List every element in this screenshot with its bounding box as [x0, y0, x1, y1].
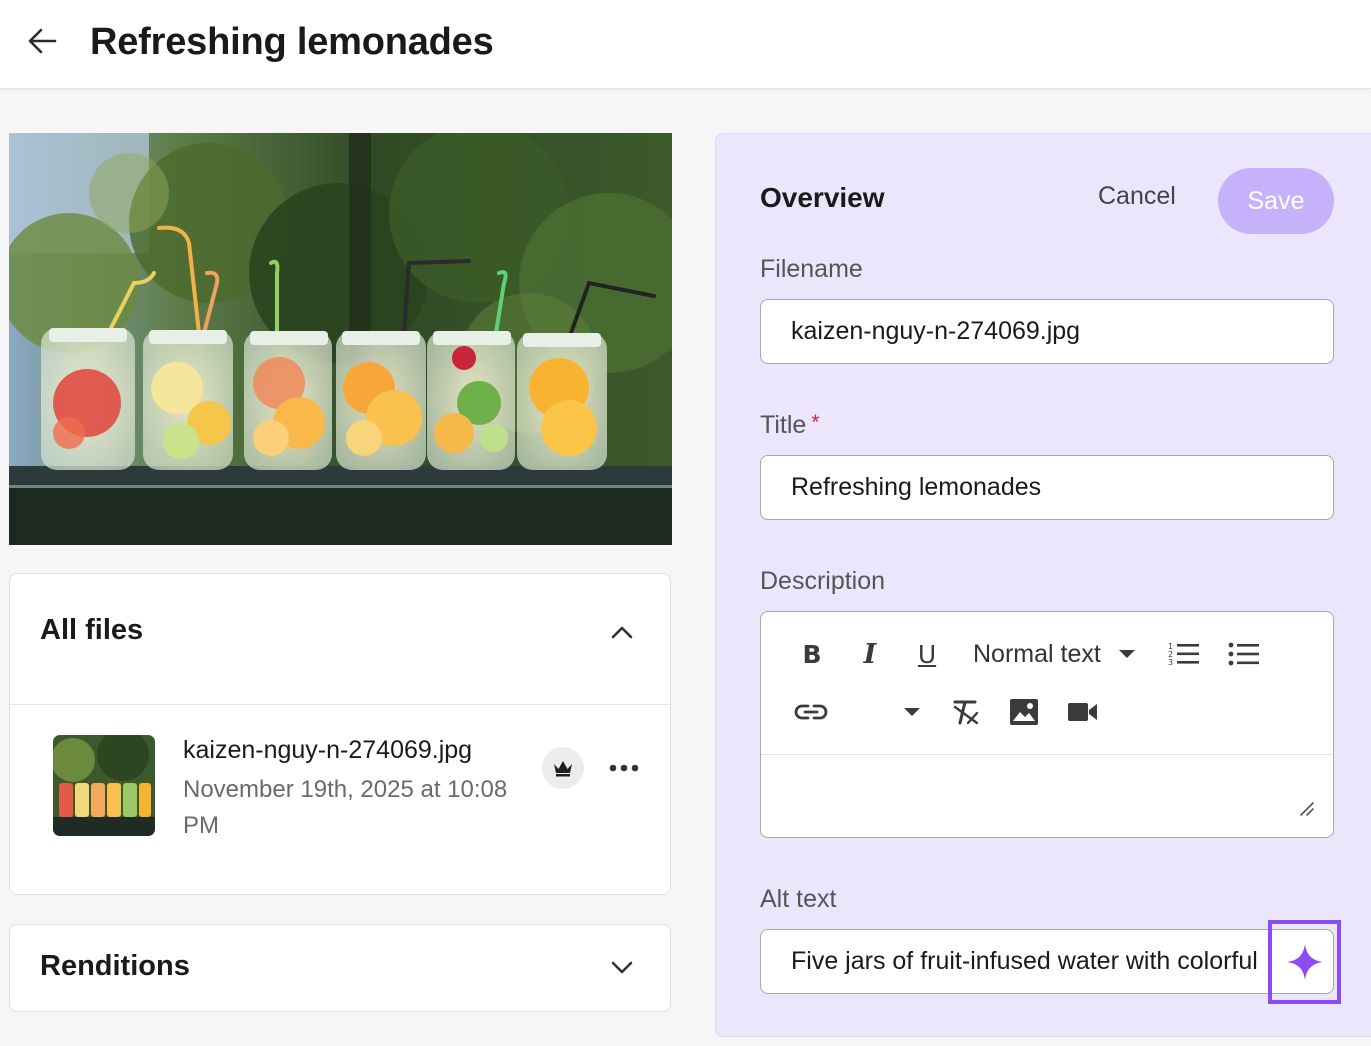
crown-icon: [554, 761, 572, 777]
all-files-title: All files: [40, 614, 144, 646]
premium-badge[interactable]: [542, 747, 584, 789]
caret-down-icon: [1118, 650, 1135, 658]
insert-video-button[interactable]: [1065, 694, 1101, 730]
top-bar: Refreshing lemonades: [0, 0, 1371, 89]
numbered-list-icon: 1 2 3: [1168, 642, 1199, 667]
required-mark: *: [811, 411, 820, 434]
alt-text-value: Five jars of fruit-infused water with co…: [791, 947, 1258, 975]
title-input[interactable]: Refreshing lemonades: [760, 455, 1334, 520]
filename-label: Filename: [760, 255, 863, 283]
video-camera-icon: [1068, 703, 1097, 721]
numbered-list-button[interactable]: 1 2 3: [1167, 636, 1201, 672]
toolbar-divider: [761, 754, 1333, 755]
bullet-list-button[interactable]: [1227, 636, 1261, 672]
sparkle-icon: [1286, 944, 1323, 980]
thumbnail-image: [53, 735, 155, 836]
link-icon: [794, 704, 828, 720]
description-label: Description: [760, 567, 886, 595]
title-label-text: Title: [760, 411, 807, 439]
file-thumbnail[interactable]: [53, 735, 155, 836]
save-button[interactable]: Save: [1218, 168, 1334, 234]
underline-button[interactable]: U: [913, 636, 941, 672]
resize-handle-icon[interactable]: [1299, 801, 1315, 817]
clear-formatting-icon: [953, 700, 979, 725]
more-options-button[interactable]: [604, 752, 644, 784]
text-format-dropdown[interactable]: Normal text: [973, 636, 1137, 672]
more-formats-dropdown[interactable]: [899, 694, 925, 730]
link-button[interactable]: [791, 694, 831, 730]
cancel-button[interactable]: Cancel: [1098, 182, 1176, 211]
lemonade-jars-image: [9, 133, 672, 545]
italic-button[interactable]: I: [857, 636, 883, 672]
file-name[interactable]: kaizen-nguy-n-274069.jpg: [183, 736, 472, 765]
chevron-up-icon: [611, 626, 633, 639]
alt-text-label: Alt text: [760, 885, 837, 913]
overview-panel: Overview Cancel Save Filename kaizen-ngu…: [715, 133, 1371, 1037]
text-format-value: Normal text: [973, 639, 1101, 668]
arrow-left-icon: [28, 28, 57, 54]
overview-title: Overview: [760, 182, 885, 213]
card-divider: [10, 704, 670, 705]
chevron-down-icon: [611, 961, 633, 974]
filename-input[interactable]: kaizen-nguy-n-274069.jpg: [760, 299, 1334, 364]
generate-alt-text-button[interactable]: [1268, 920, 1341, 1004]
caret-down-icon: [904, 708, 920, 716]
bold-button[interactable]: B: [799, 636, 825, 672]
description-editor: B I U Normal text 1 2 3: [760, 611, 1334, 838]
svg-text:3: 3: [1168, 658, 1173, 667]
collapse-all-files-button[interactable]: [608, 618, 636, 646]
back-button[interactable]: [24, 24, 60, 58]
title-label: Title *: [760, 411, 820, 440]
alt-text-input[interactable]: Five jars of fruit-infused water with co…: [760, 929, 1334, 994]
insert-image-button[interactable]: [1007, 694, 1041, 730]
clear-formatting-button[interactable]: [949, 694, 983, 730]
renditions-card[interactable]: Renditions: [9, 924, 671, 1012]
renditions-title: Renditions: [40, 950, 190, 982]
all-files-card: All files kaizen-nguy-n-274069.jpg Novem…: [9, 573, 671, 895]
image-icon: [1010, 699, 1038, 725]
expand-renditions-button[interactable]: [608, 954, 636, 982]
file-date: November 19th, 2025 at 10:08 PM: [183, 776, 508, 839]
image-preview: [9, 133, 672, 545]
page-title: Refreshing lemonades: [90, 21, 494, 63]
more-horizontal-icon: [609, 764, 639, 772]
bullet-list-icon: [1228, 642, 1259, 666]
